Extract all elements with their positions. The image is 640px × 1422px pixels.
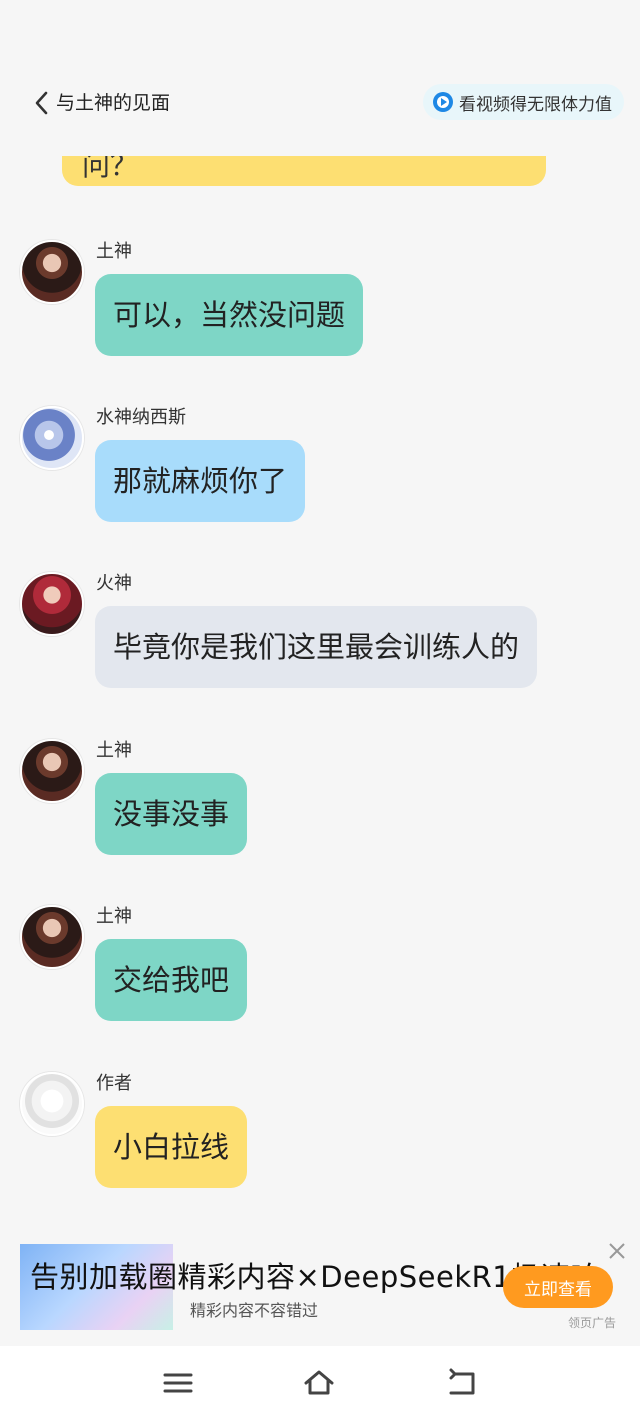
ad-tag: 领页广告 bbox=[568, 1316, 617, 1330]
earth-god-avatar[interactable] bbox=[20, 905, 84, 969]
water-god-avatar[interactable] bbox=[20, 406, 84, 470]
partial-message-text: 问？ bbox=[82, 156, 139, 182]
sender-name: 土神 bbox=[96, 241, 132, 262]
sender-name: 水神纳西斯 bbox=[96, 407, 186, 428]
fire-god-avatar[interactable] bbox=[20, 572, 84, 636]
top-bar: 与土神的见面 看视频得无限体力值 bbox=[0, 80, 640, 126]
ad-view-button[interactable]: 立即查看 bbox=[503, 1266, 613, 1308]
back-chevron-icon bbox=[35, 91, 48, 115]
back-button[interactable]: 与土神的见面 bbox=[32, 90, 170, 116]
earth-god-avatar[interactable] bbox=[20, 240, 84, 304]
author-avatar[interactable] bbox=[20, 1072, 84, 1136]
sender-name: 作者 bbox=[96, 1073, 132, 1094]
chat-scroll-area[interactable]: 问？ 土神 可以，当然没问题 水神纳西斯 那就麻烦你了 火神 毕竟你是我们这里最… bbox=[0, 156, 640, 1236]
sender-name: 土神 bbox=[96, 906, 132, 927]
home-icon[interactable] bbox=[302, 1366, 336, 1400]
message-bubble: 那就麻烦你了 bbox=[95, 440, 306, 522]
message-bubble: 没事没事 bbox=[95, 773, 248, 855]
partial-message-bubble: 问？ bbox=[62, 156, 546, 186]
video-reward-label: 看视频得无限体力值 bbox=[459, 94, 612, 115]
sender-name: 火神 bbox=[96, 573, 132, 594]
earth-god-avatar[interactable] bbox=[20, 739, 84, 803]
video-reward-button[interactable]: 看视频得无限体力值 bbox=[423, 84, 624, 120]
sender-name: 土神 bbox=[96, 740, 132, 761]
ad-banner[interactable]: 告别加载圈精彩内容×DeepSeekR1极速响 精彩内容不容错过 立即查看 领页… bbox=[0, 1236, 640, 1346]
message-bubble: 交给我吧 bbox=[95, 939, 248, 1021]
back-icon[interactable] bbox=[445, 1366, 479, 1400]
system-navigation-bar bbox=[0, 1346, 640, 1422]
close-icon[interactable] bbox=[606, 1240, 628, 1262]
message-bubble: 毕竟你是我们这里最会训练人的 bbox=[95, 606, 538, 688]
ad-subtitle: 精彩内容不容错过 bbox=[190, 1301, 319, 1320]
play-circle-icon bbox=[433, 92, 453, 112]
chapter-title: 与土神的见面 bbox=[56, 92, 171, 114]
message-bubble: 可以，当然没问题 bbox=[95, 274, 364, 356]
message-bubble: 小白拉线 bbox=[95, 1106, 248, 1188]
menu-icon[interactable] bbox=[161, 1366, 195, 1400]
